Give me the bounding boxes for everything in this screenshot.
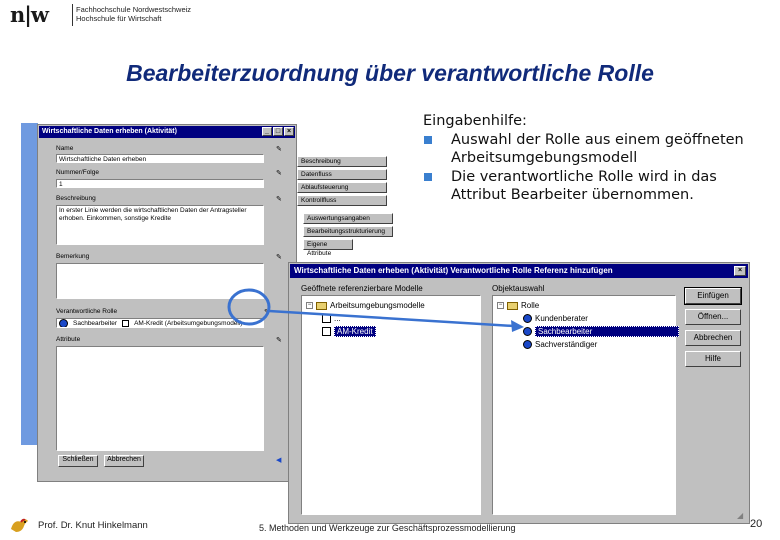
pointer-arrow-head (511, 320, 524, 332)
highlight-circle (227, 288, 271, 326)
rooster-logo (11, 518, 28, 532)
footer-author: Prof. Dr. Knut Hinkelmann (38, 520, 148, 531)
footer-course: 5. Methoden und Werkzeuge zur Geschäftsp… (259, 523, 516, 533)
annotation-overlay (227, 288, 524, 332)
page-number: 20 (750, 518, 763, 530)
pointer-arrow-line (268, 309, 515, 328)
